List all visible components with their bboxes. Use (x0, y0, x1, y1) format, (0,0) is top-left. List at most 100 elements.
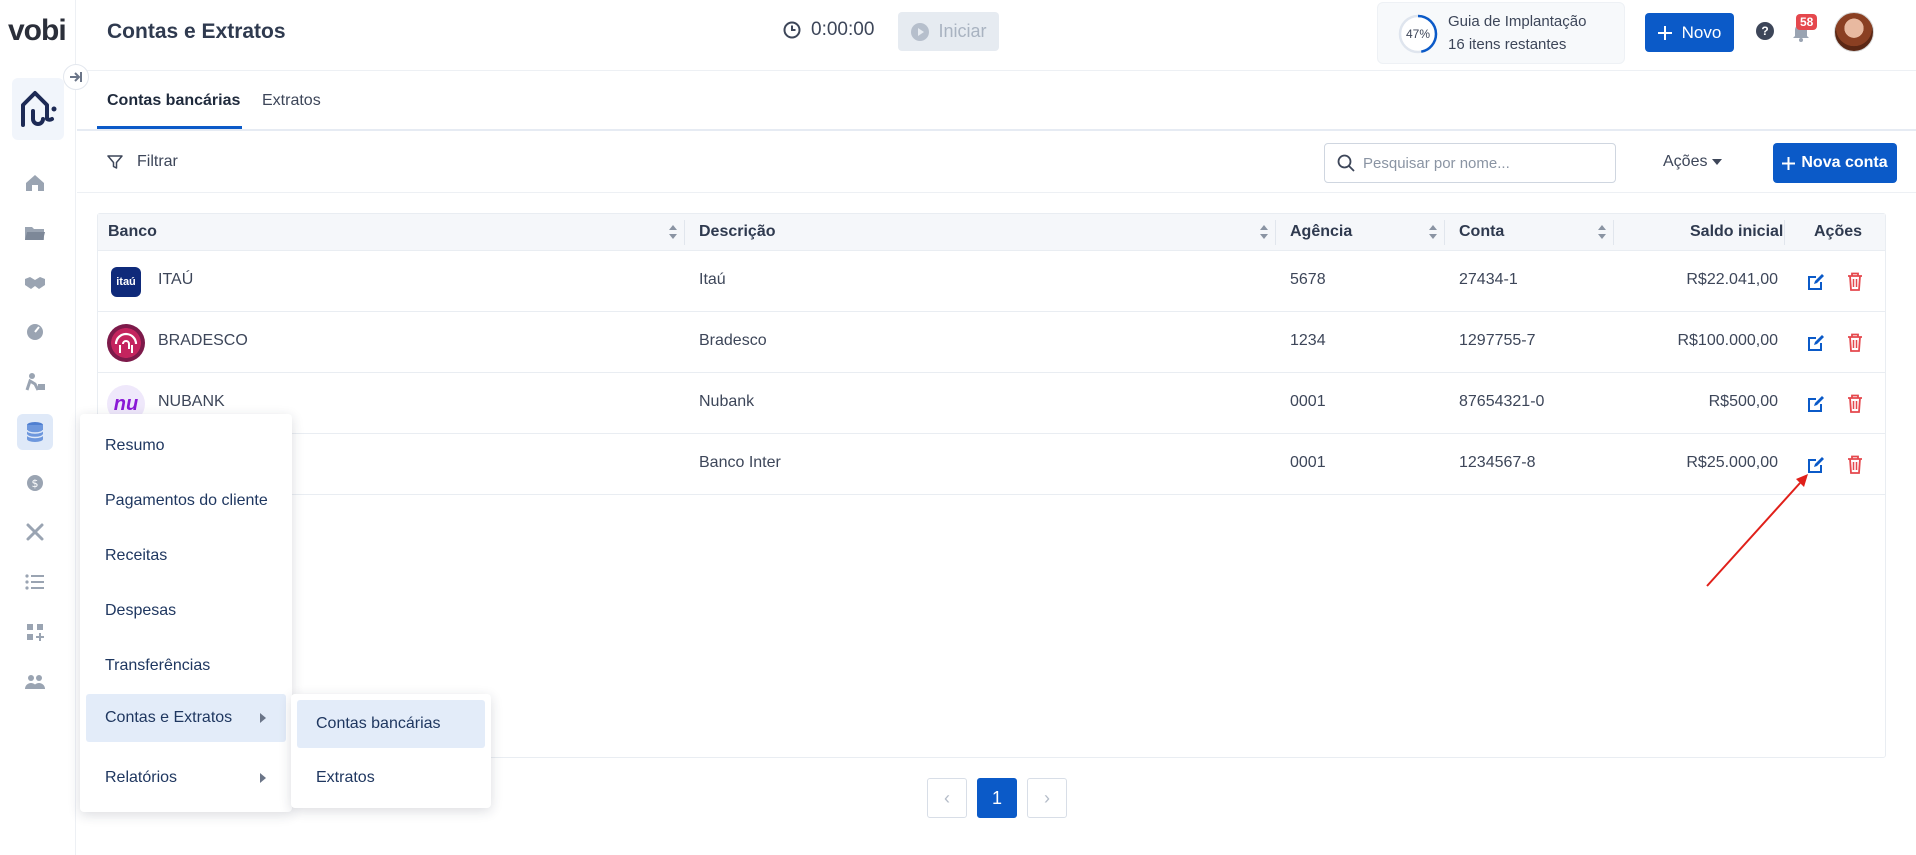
filter-button[interactable]: Filtrar (107, 153, 178, 171)
pagination-next-button[interactable]: › (1027, 778, 1067, 818)
dollar-icon[interactable]: $ (20, 468, 50, 498)
edit-icon[interactable] (1807, 395, 1825, 413)
menu-item-relatorios[interactable]: Relatórios (86, 754, 286, 802)
menu-item-pagamentos[interactable]: Pagamentos do cliente (86, 477, 286, 525)
clock-icon (783, 21, 801, 39)
menu-item-label: Transferências (105, 657, 211, 674)
plus-icon (1657, 25, 1672, 40)
pagination-page-1[interactable]: 1 (977, 778, 1017, 818)
start-timer-button[interactable]: Iniciar (898, 12, 999, 51)
menu-item-despesas[interactable]: Despesas (86, 587, 286, 635)
submenu-item-contas-bancarias[interactable]: Contas bancárias (297, 700, 485, 748)
balance-cell: R$100.000,00 (1677, 332, 1778, 349)
dashboard-icon[interactable] (20, 317, 50, 347)
tools-icon[interactable] (20, 517, 50, 547)
account-cell: 27434-1 (1459, 271, 1518, 288)
menu-item-resumo[interactable]: Resumo (86, 422, 286, 470)
table-row: nu NUBANK Nubank 0001 87654321-0 R$500,0… (98, 373, 1885, 434)
balance-cell: R$25.000,00 (1686, 454, 1778, 471)
bank-name: ITAÚ (158, 271, 194, 288)
trash-icon[interactable] (1847, 333, 1863, 352)
notification-badge: 58 (1796, 14, 1818, 30)
accounts-table: Banco Descrição Agência Conta Saldo inic… (97, 213, 1886, 758)
company-logo-icon (21, 91, 57, 127)
agency-cell: 0001 (1290, 393, 1326, 410)
menu-item-transferencias[interactable]: Transferências (86, 642, 286, 690)
search-box (1324, 143, 1616, 183)
column-divider (1784, 220, 1785, 245)
active-tab-indicator (97, 126, 242, 129)
account-cell: 1297755-7 (1459, 332, 1536, 349)
table-row: BRADESCO Bradesco 1234 1297755-7 R$100.0… (98, 312, 1885, 373)
description-cell: Bradesco (699, 332, 767, 349)
start-timer-label: Iniciar (938, 21, 987, 41)
svg-text:$: $ (32, 477, 39, 490)
trash-icon[interactable] (1847, 394, 1863, 413)
new-button[interactable]: Novo (1645, 13, 1734, 52)
sort-icon[interactable] (1598, 225, 1606, 239)
apps-icon[interactable] (20, 617, 50, 647)
menu-item-label: Despesas (105, 602, 177, 619)
description-cell: Nubank (699, 393, 755, 410)
filter-label: Filtrar (137, 153, 178, 170)
help-icon[interactable]: ? (1756, 22, 1774, 40)
sidebar: vobi $ (0, 0, 76, 855)
agency-cell: 0001 (1290, 454, 1326, 471)
bank-name: BRADESCO (158, 332, 248, 349)
edit-icon[interactable] (1807, 334, 1825, 352)
edit-icon[interactable] (1807, 456, 1825, 474)
users-icon[interactable] (20, 667, 50, 697)
column-divider (1444, 220, 1445, 245)
header-agency[interactable]: Agência (1290, 223, 1352, 241)
avatar[interactable] (1834, 12, 1874, 52)
finance-submenu: Contas bancárias Extratos (291, 694, 491, 808)
folder-icon[interactable] (20, 218, 50, 248)
menu-item-contas-extratos[interactable]: Contas e Extratos (86, 694, 286, 742)
caret-down-icon (1712, 159, 1723, 165)
handshake-icon[interactable] (20, 268, 50, 298)
arrow-right-icon (70, 72, 82, 82)
tab-extratos[interactable]: Extratos (262, 92, 321, 110)
header-bank[interactable]: Banco (108, 223, 157, 241)
finance-icon[interactable] (17, 414, 53, 450)
menu-item-label: Receitas (105, 547, 168, 564)
menu-item-label: Contas e Extratos (105, 709, 233, 726)
trash-icon[interactable] (1847, 455, 1863, 474)
submenu-item-extratos[interactable]: Extratos (297, 754, 485, 802)
menu-item-label: Resumo (105, 437, 165, 454)
search-input[interactable] (1363, 154, 1603, 172)
timer-value: 0:00:00 (811, 19, 875, 40)
header-account[interactable]: Conta (1459, 223, 1504, 241)
actions-dropdown[interactable]: Ações (1663, 153, 1723, 171)
new-account-button[interactable]: Nova conta (1773, 143, 1897, 183)
new-button-label: Novo (1681, 22, 1722, 42)
guide-subtitle: 16 itens restantes (1448, 36, 1567, 53)
column-divider (684, 220, 685, 245)
home-icon[interactable] (20, 168, 50, 198)
bradesco-logo (107, 324, 145, 362)
timer: 0:00:00 (783, 19, 874, 41)
tab-bar: Contas bancárias Extratos (77, 71, 1916, 131)
account-cell: 87654321-0 (1459, 393, 1545, 410)
top-header: Contas e Extratos 0:00:00 Iniciar 47% Gu… (77, 0, 1916, 71)
trash-icon[interactable] (1847, 272, 1863, 291)
list-icon[interactable] (20, 567, 50, 597)
tab-contas-bancarias[interactable]: Contas bancárias (107, 92, 240, 110)
sort-icon[interactable] (1260, 225, 1268, 239)
company-logo[interactable] (12, 78, 64, 140)
sidebar-collapse-button[interactable] (63, 64, 89, 90)
edit-icon[interactable] (1807, 273, 1825, 291)
sort-icon[interactable] (669, 225, 677, 239)
finance-flyout-menu: Resumo Pagamentos do cliente Receitas De… (80, 414, 292, 812)
brand-logo[interactable]: vobi (8, 14, 67, 48)
sort-icon[interactable] (1429, 225, 1437, 239)
menu-item-receitas[interactable]: Receitas (86, 532, 286, 580)
itau-logo: itaú (107, 263, 145, 301)
implementation-guide[interactable]: 47% Guia de Implantação 16 itens restant… (1377, 2, 1625, 64)
submenu-item-label: Contas bancárias (316, 715, 441, 732)
bradesco-logo-icon (114, 332, 138, 353)
pagination-prev-button[interactable]: ‹ (927, 778, 967, 818)
header-description[interactable]: Descrição (699, 223, 776, 241)
worker-icon[interactable] (20, 367, 50, 397)
description-cell: Itaú (699, 271, 726, 288)
